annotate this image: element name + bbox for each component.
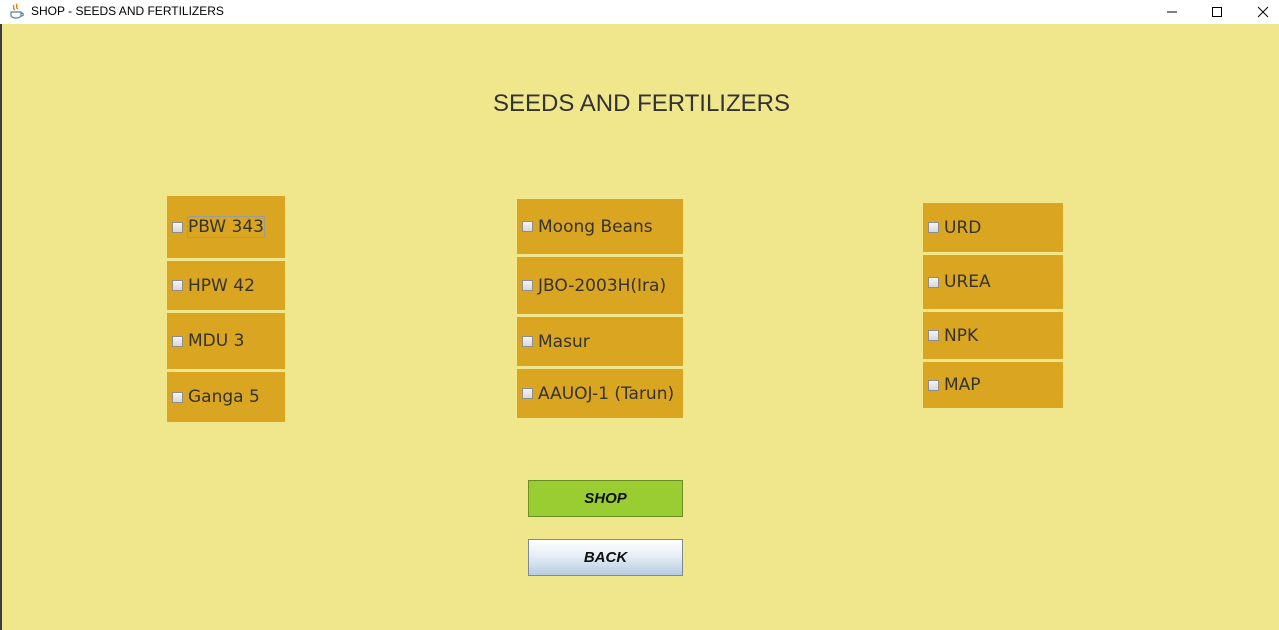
checkbox-item-urd[interactable]: URD: [923, 203, 1063, 252]
page-title: SEEDS AND FERTILIZERS: [493, 90, 790, 117]
checkbox[interactable]: [522, 388, 533, 399]
window-title: SHOP - SEEDS AND FERTILIZERS: [31, 4, 224, 18]
checkbox[interactable]: [522, 280, 533, 291]
checkbox-label: URD: [944, 217, 982, 238]
checkbox-label: Moong Beans: [538, 216, 653, 237]
checkbox-item-npk[interactable]: NPK: [923, 312, 1063, 359]
checkbox[interactable]: [928, 330, 939, 341]
checkbox[interactable]: [928, 222, 939, 233]
checkbox-item-hpw-42[interactable]: HPW 42: [167, 261, 285, 310]
checkbox-item-masur[interactable]: Masur: [517, 317, 683, 366]
checkbox[interactable]: [172, 221, 183, 233]
minimize-button[interactable]: [1149, 0, 1195, 24]
checkbox[interactable]: [172, 335, 183, 347]
checkbox-label: NPK: [944, 325, 979, 346]
checkbox[interactable]: [928, 379, 939, 391]
minimize-icon: [1167, 11, 1177, 13]
checkbox-label: JBO-2003H(Ira): [538, 275, 667, 296]
checkbox-label: UREA: [944, 272, 991, 292]
checkbox-item-aauoj-1[interactable]: AAUOJ-1 (Tarun): [517, 369, 683, 418]
checkbox-label: PBW 343: [187, 216, 265, 238]
checkbox[interactable]: [522, 336, 533, 347]
checkbox[interactable]: [172, 280, 183, 291]
maximize-button[interactable]: [1194, 0, 1240, 24]
checkbox[interactable]: [172, 391, 183, 403]
checkbox-label: MDU 3: [188, 331, 245, 351]
window-titlebar: SHOP - SEEDS AND FERTILIZERS: [0, 0, 1279, 24]
close-icon: [1257, 6, 1269, 18]
checkbox[interactable]: [928, 276, 939, 288]
checkbox-label: Ganga 5: [188, 387, 260, 407]
close-button[interactable]: [1240, 0, 1279, 24]
checkbox-item-jbo-2003h[interactable]: JBO-2003H(Ira): [517, 257, 683, 314]
checkbox-label: MAP: [944, 375, 981, 395]
checkbox-label: AAUOJ-1 (Tarun): [538, 383, 675, 404]
back-button[interactable]: BACK: [528, 539, 683, 576]
checkbox-item-map[interactable]: MAP: [923, 362, 1063, 408]
checkbox-label: Masur: [538, 331, 590, 352]
checkbox-label: HPW 42: [188, 275, 255, 296]
checkbox-item-ganga-5[interactable]: Ganga 5: [167, 372, 285, 422]
checkbox-item-moong-beans[interactable]: Moong Beans: [517, 199, 683, 254]
maximize-icon: [1212, 7, 1222, 17]
checkbox-item-urea[interactable]: UREA: [923, 255, 1063, 309]
checkbox-item-pbw-343[interactable]: PBW 343: [167, 196, 285, 258]
checkbox-item-mdu-3[interactable]: MDU 3: [167, 313, 285, 369]
shop-button[interactable]: SHOP: [528, 480, 683, 517]
checkbox[interactable]: [522, 221, 533, 232]
java-coffee-icon: [9, 3, 25, 19]
